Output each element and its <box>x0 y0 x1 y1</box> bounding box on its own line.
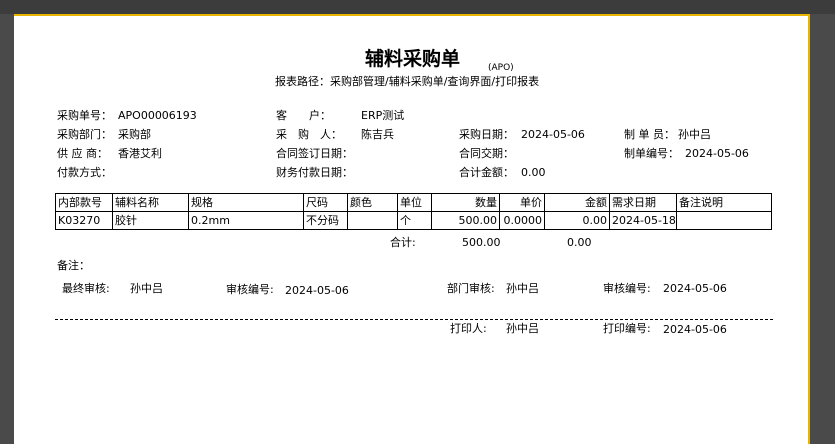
table-total-amount: 0.00 <box>567 236 592 249</box>
col-header-style-no: 内部款号 <box>55 193 113 212</box>
contract-delivery-label: 合同交期： <box>459 147 514 160</box>
col-header-size: 尺码 <box>303 193 348 212</box>
doc-no-value: 2024-05-06 <box>685 147 749 160</box>
review-no2-label: 审核编号: <box>603 282 651 295</box>
cell-unit: 个 <box>397 211 432 230</box>
dept-value: 采购部 <box>118 128 151 141</box>
col-header-spec: 规格 <box>188 193 304 212</box>
col-header-unit-price: 单价 <box>499 193 545 212</box>
customer-label: 客 户： <box>276 109 331 122</box>
final-review-value: 孙中吕 <box>130 282 163 295</box>
col-header-amount: 金额 <box>544 193 610 212</box>
cell-color <box>347 211 398 230</box>
cell-qty: 500.00 <box>431 211 500 230</box>
dashed-divider <box>55 319 773 320</box>
order-no-label: 采购单号： <box>57 109 112 122</box>
finance-date-label: 财务付款日期： <box>276 166 353 179</box>
table-header-row: 内部款号 辅料名称 规格 尺码 颜色 单位 数量 单价 金额 需求日期 备注说明 <box>55 193 772 212</box>
maker-value: 孙中吕 <box>678 128 711 141</box>
review-no-value: 2024-05-06 <box>285 284 349 297</box>
contract-sign-label: 合同签订日期： <box>276 147 353 160</box>
col-header-remark: 备注说明 <box>676 193 772 212</box>
buyer-label: 采 购 人： <box>276 128 342 141</box>
cell-size: 不分码 <box>303 211 348 230</box>
dept-label: 采购部门： <box>57 128 112 141</box>
cell-remark <box>676 211 772 230</box>
cell-spec: 0.2mm <box>188 211 304 230</box>
pay-method-label: 付款方式： <box>57 166 112 179</box>
total-amount-label: 合计金额： <box>459 166 514 179</box>
dept-review-value: 孙中吕 <box>506 282 539 295</box>
report-path: 报表路径：采购部管理/辅料采购单/查询界面/打印报表 <box>275 75 540 88</box>
cell-unit-price: 0.0000 <box>499 211 545 230</box>
viewer-top-bar <box>0 0 835 14</box>
col-header-material-name: 辅料名称 <box>112 193 189 212</box>
doc-no-label: 制单编号： <box>624 147 679 160</box>
cell-required-date: 2024-05-18 <box>609 211 677 230</box>
print-no-value: 2024-05-06 <box>663 323 727 336</box>
printer-label: 打印人: <box>450 322 487 335</box>
table-row: K03270 胶针 0.2mm 不分码 个 500.00 0.0000 0.00… <box>55 211 772 230</box>
final-review-label: 最终审核: <box>62 282 110 295</box>
remark-label: 备注： <box>57 259 90 272</box>
table-total-label: 合计: <box>390 236 416 249</box>
purchase-date-value: 2024-05-06 <box>521 128 585 141</box>
items-table: 内部款号 辅料名称 规格 尺码 颜色 单位 数量 单价 金额 需求日期 备注说明… <box>55 193 772 230</box>
dept-review-label: 部门审核: <box>447 282 495 295</box>
print-no-label: 打印编号: <box>603 322 651 335</box>
col-header-required-date: 需求日期 <box>609 193 677 212</box>
buyer-value: 陈吉兵 <box>361 128 394 141</box>
table-total-qty: 500.00 <box>462 236 501 249</box>
printer-value: 孙中吕 <box>506 322 539 335</box>
supplier-value: 香港艾利 <box>118 147 162 160</box>
doc-code: (APO) <box>488 63 514 73</box>
cell-material-name: 胶针 <box>112 211 189 230</box>
review-no-label: 审核编号: <box>226 283 274 296</box>
maker-label: 制 单 员： <box>624 128 675 141</box>
cell-style-no: K03270 <box>55 211 113 230</box>
supplier-label: 供 应 商： <box>57 147 108 160</box>
total-amount-value: 0.00 <box>521 166 546 179</box>
purchase-date-label: 采购日期： <box>459 128 514 141</box>
customer-value: ERP测试 <box>361 109 405 122</box>
col-header-color: 颜色 <box>347 193 398 212</box>
col-header-qty: 数量 <box>431 193 500 212</box>
order-no-value: APO00006193 <box>118 109 197 122</box>
cell-amount: 0.00 <box>544 211 610 230</box>
page-title: 辅料采购单 <box>365 48 461 70</box>
col-header-unit: 单位 <box>397 193 432 212</box>
review-no2-value: 2024-05-06 <box>663 282 727 295</box>
